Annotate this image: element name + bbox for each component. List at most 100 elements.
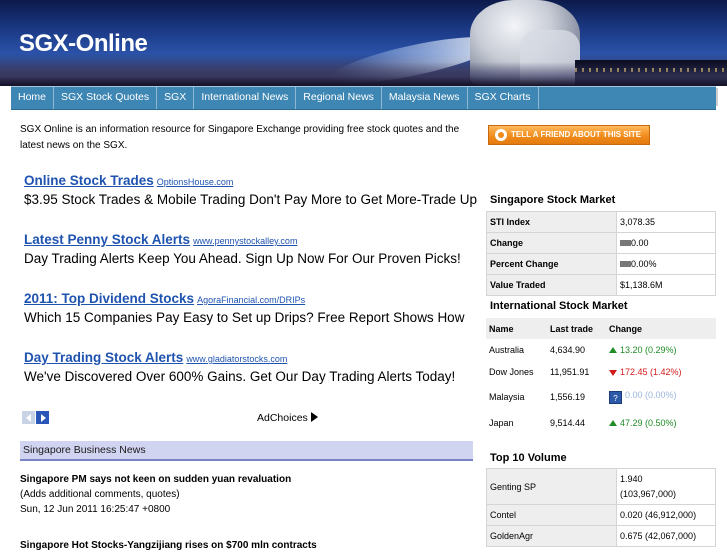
intl-market-title: International Stock Market	[490, 300, 628, 312]
ad-text: Which 15 Companies Pay Easy to Set up Dr…	[24, 310, 465, 325]
intl-change-cell: 47.29 (0.50%)	[606, 411, 716, 435]
intl-name: Australia	[489, 345, 525, 355]
nav-sgx-charts[interactable]: SGX Charts	[468, 87, 539, 109]
table-row: Japan 9,514.44 47.29 (0.50%)	[486, 411, 716, 435]
intl-last: 4,634.90	[550, 345, 586, 355]
news-item: Singapore PM says not keen on sudden yua…	[20, 472, 473, 517]
nav-regional-news[interactable]: Regional News	[296, 87, 382, 109]
sgx-value-cell: 0.00%	[616, 253, 716, 275]
ad-item: 2011: Top Dividend Stocks AgoraFinancial.…	[24, 290, 479, 349]
tell-a-friend-label: TELL A FRIEND ABOUT THIS SITE	[511, 130, 642, 139]
next-icon[interactable]	[36, 411, 49, 424]
ad-url-link[interactable]: www.pennystockalley.com	[193, 236, 297, 246]
ad-text: We've Discovered Over 600% Gains. Get Ou…	[24, 369, 456, 384]
top10-value: 0.020 (46,912,000)	[616, 504, 716, 526]
sgx-label: STI Index	[486, 211, 617, 233]
ad-text: Day Trading Alerts Keep You Ahead. Sign …	[24, 251, 461, 266]
table-row: Percent Change 0.00%	[486, 253, 716, 275]
intl-change: 0.00 (0.00%)	[625, 390, 677, 400]
top10-name: Genting SP	[486, 468, 617, 505]
top10-volume: (103,967,000)	[620, 488, 677, 499]
adchoices-link[interactable]: AdChoices	[257, 412, 318, 424]
nav-sgx[interactable]: SGX	[157, 87, 195, 109]
intl-last: 9,514.44	[550, 418, 586, 428]
table-row: Genting SP 1.940 (103,967,000)	[486, 468, 716, 505]
table-row: Contel 0.020 (46,912,000)	[486, 504, 716, 526]
col-change: Change	[606, 318, 716, 339]
main-nav: Home SGX Stock Quotes SGX International …	[11, 86, 716, 110]
table-row: Value Traded $1,138.6M	[486, 274, 716, 296]
table-row: STI Index 3,078.35	[486, 211, 716, 233]
top10-value-cell: 1.940 (103,967,000)	[616, 468, 716, 505]
nav-sgx-stock-quotes[interactable]: SGX Stock Quotes	[54, 87, 158, 109]
site-title[interactable]: SGX-Online	[19, 30, 148, 58]
intl-change-cell: 13.20 (0.29%)	[606, 339, 716, 361]
intl-name: Japan	[489, 418, 514, 428]
table-row: GoldenAgr 0.675 (42,067,000)	[486, 525, 716, 547]
adchoices-icon	[310, 412, 318, 422]
ad-title-link[interactable]: Latest Penny Stock Alerts	[24, 232, 190, 247]
ad-pager	[22, 411, 50, 430]
help-icon: ?	[609, 391, 622, 404]
intl-change: 172.45 (1.42%)	[620, 367, 682, 377]
intl-change-cell: ? 0.00 (0.00%)	[606, 383, 716, 411]
prev-icon[interactable]	[22, 411, 35, 424]
top10-name: Contel	[486, 504, 617, 526]
nav-home[interactable]: Home	[11, 87, 55, 109]
intl-last: 11,951.91	[550, 367, 590, 377]
intl-last: 1,556.19	[550, 392, 586, 402]
intl-name: Malaysia	[489, 392, 525, 402]
share-icon	[495, 129, 507, 141]
ad-text: $3.95 Stock Trades & Mobile Trading Don'…	[24, 192, 478, 207]
nav-edge	[716, 88, 718, 106]
news-date: Sun, 12 Jun 2011 16:25:47 +0800	[20, 504, 171, 515]
up-arrow-icon	[609, 347, 617, 353]
table-row: Dow Jones 11,951.91 172.45 (1.42%)	[486, 361, 716, 383]
sgx-value: 0.00	[631, 238, 649, 248]
flat-bar-icon	[620, 261, 631, 267]
col-last-trade: Last trade	[547, 318, 606, 339]
table-header-row: Name Last trade Change	[486, 318, 716, 339]
tell-a-friend-button[interactable]: TELL A FRIEND ABOUT THIS SITE	[488, 125, 650, 145]
col-name: Name	[486, 318, 547, 339]
ad-title-link[interactable]: 2011: Top Dividend Stocks	[24, 291, 194, 306]
ad-item: Day Trading Stock Alerts www.gladiatorsto…	[24, 349, 479, 408]
flat-bar-icon	[620, 240, 631, 246]
table-row: Australia 4,634.90 13.20 (0.29%)	[486, 339, 716, 361]
top10-value: 0.675 (42,067,000)	[616, 525, 716, 547]
intl-change-cell: 172.45 (1.42%)	[606, 361, 716, 383]
news-subtitle: (Adds additional comments, quotes)	[20, 489, 180, 500]
header-shade	[0, 62, 727, 86]
sgx-label: Value Traded	[486, 274, 617, 296]
ad-title-link[interactable]: Online Stock Trades	[24, 173, 154, 188]
ad-url-link[interactable]: AgoraFinancial.com/DRIPs	[197, 295, 305, 305]
nav-international-news[interactable]: International News	[194, 87, 297, 109]
sgx-value: 3,078.35	[616, 211, 716, 233]
top10-name: GoldenAgr	[486, 525, 617, 547]
news-title-link[interactable]: Singapore Hot Stocks-Yangzijiang rises o…	[20, 538, 317, 553]
intl-change: 47.29 (0.50%)	[620, 418, 677, 428]
sgx-value-cell: 0.00	[616, 232, 716, 254]
top10-value: 1.940	[620, 473, 643, 484]
table-row: Change 0.00	[486, 232, 716, 254]
site-header: SGX-Online	[0, 0, 727, 86]
ad-item: Latest Penny Stock Alerts www.pennystocka…	[24, 231, 479, 290]
adchoices-label: AdChoices	[257, 412, 308, 424]
ad-url-link[interactable]: OptionsHouse.com	[157, 177, 234, 187]
sgx-label: Percent Change	[486, 253, 617, 275]
down-arrow-icon	[609, 370, 617, 376]
top10-table: Genting SP 1.940 (103,967,000) Contel 0.0…	[486, 468, 716, 547]
ad-title-link[interactable]: Day Trading Stock Alerts	[24, 350, 183, 365]
sgx-value: $1,138.6M	[616, 274, 716, 296]
top10-title: Top 10 Volume	[490, 452, 567, 464]
business-news-header: Singapore Business News	[20, 441, 473, 461]
ad-item: Online Stock Trades OptionsHouse.com $3.9…	[24, 172, 479, 231]
intl-market-table: Name Last trade Change Australia 4,634.9…	[486, 318, 716, 435]
news-title-link[interactable]: Singapore PM says not keen on sudden yua…	[20, 472, 473, 487]
sgx-value: 0.00%	[631, 259, 657, 269]
nav-malaysia-news[interactable]: Malaysia News	[382, 87, 468, 109]
ad-url-link[interactable]: www.gladiatorstocks.com	[186, 354, 287, 364]
up-arrow-icon	[609, 420, 617, 426]
sgx-market-table: STI Index 3,078.35 Change 0.00 Percent C…	[486, 211, 716, 296]
intl-change: 13.20 (0.29%)	[620, 345, 677, 355]
